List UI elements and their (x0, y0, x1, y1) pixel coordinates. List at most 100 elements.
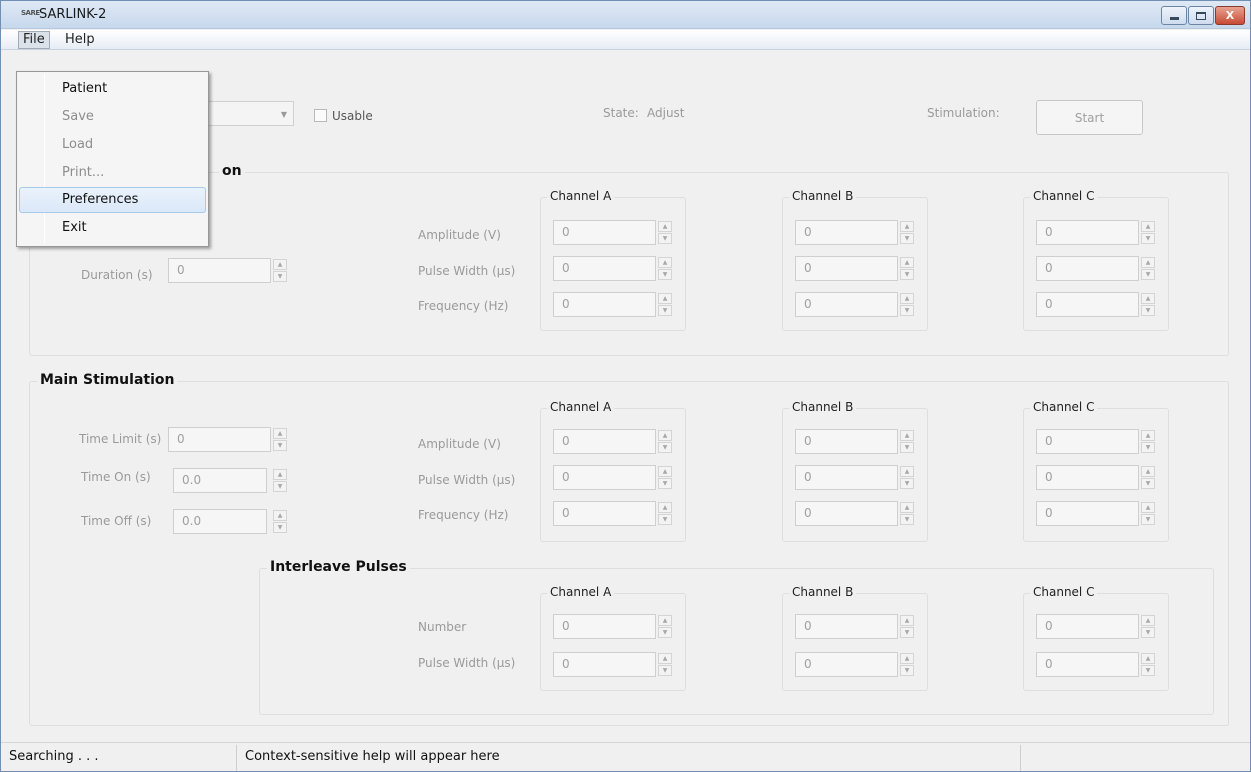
up-arrow-icon[interactable]: ▲ (900, 430, 914, 441)
menu-file[interactable]: File (18, 31, 50, 49)
value-field[interactable]: 0 (553, 465, 656, 490)
up-arrow-icon[interactable]: ▲ (658, 257, 672, 268)
up-arrow-icon[interactable]: ▲ (900, 221, 914, 232)
channel-spinbox[interactable]: 0 ▲ ▼ (1036, 614, 1157, 639)
value-field[interactable]: 0 (1036, 256, 1139, 281)
up-arrow-icon[interactable]: ▲ (273, 428, 287, 439)
value-field[interactable]: 0 (553, 220, 656, 245)
down-arrow-icon[interactable]: ▼ (273, 271, 287, 282)
menu-item-save[interactable]: Save (19, 104, 206, 130)
channel-spinbox[interactable]: 0 ▲ ▼ (553, 652, 674, 677)
up-arrow-icon[interactable]: ▲ (1141, 221, 1155, 232)
down-arrow-icon[interactable]: ▼ (658, 478, 672, 489)
menu-item-preferences[interactable]: Preferences (19, 187, 206, 213)
duration-spinbox[interactable]: 0 ▲ ▼ (168, 258, 289, 283)
down-arrow-icon[interactable]: ▼ (1141, 478, 1155, 489)
down-arrow-icon[interactable]: ▼ (658, 514, 672, 525)
down-arrow-icon[interactable]: ▼ (1141, 269, 1155, 280)
down-arrow-icon[interactable]: ▼ (658, 665, 672, 676)
channel-spinbox[interactable]: 0 ▲ ▼ (553, 465, 674, 490)
value-field[interactable]: 0 (1036, 292, 1139, 317)
down-arrow-icon[interactable]: ▼ (658, 305, 672, 316)
value-field[interactable]: 0 (795, 465, 898, 490)
channel-spinbox[interactable]: 0 ▲ ▼ (795, 292, 916, 317)
value-field[interactable]: 0 (795, 429, 898, 454)
time-limit-field[interactable]: 0 (168, 427, 271, 452)
time-on-field[interactable]: 0.0 (173, 468, 267, 493)
up-arrow-icon[interactable]: ▲ (658, 466, 672, 477)
down-arrow-icon[interactable]: ▼ (900, 442, 914, 453)
start-button[interactable]: Start (1036, 100, 1143, 135)
value-field[interactable]: 0 (795, 652, 898, 677)
value-field[interactable]: 0 (1036, 465, 1139, 490)
menu-item-patient[interactable]: Patient (19, 76, 206, 102)
channel-spinbox[interactable]: 0 ▲ ▼ (1036, 652, 1157, 677)
down-arrow-icon[interactable]: ▼ (658, 627, 672, 638)
up-arrow-icon[interactable]: ▲ (1141, 466, 1155, 477)
down-arrow-icon[interactable]: ▼ (273, 481, 287, 492)
down-arrow-icon[interactable]: ▼ (900, 478, 914, 489)
down-arrow-icon[interactable]: ▼ (1141, 233, 1155, 244)
down-arrow-icon[interactable]: ▼ (1141, 305, 1155, 316)
up-arrow-icon[interactable]: ▲ (1141, 615, 1155, 626)
value-field[interactable]: 0 (795, 292, 898, 317)
menu-item-print[interactable]: Print... (19, 160, 206, 186)
channel-spinbox[interactable]: 0 ▲ ▼ (553, 614, 674, 639)
channel-spinbox[interactable]: 0 ▲ ▼ (1036, 465, 1157, 490)
channel-spinbox[interactable]: 0 ▲ ▼ (1036, 220, 1157, 245)
close-button[interactable]: X (1215, 6, 1245, 25)
up-arrow-icon[interactable]: ▲ (658, 293, 672, 304)
menu-item-load[interactable]: Load (19, 132, 206, 158)
value-field[interactable]: 0 (795, 614, 898, 639)
channel-spinbox[interactable]: 0 ▲ ▼ (553, 220, 674, 245)
down-arrow-icon[interactable]: ▼ (1141, 627, 1155, 638)
value-field[interactable]: 0 (553, 256, 656, 281)
value-field[interactable]: 0 (795, 256, 898, 281)
channel-spinbox[interactable]: 0 ▲ ▼ (795, 220, 916, 245)
up-arrow-icon[interactable]: ▲ (1141, 293, 1155, 304)
value-field[interactable]: 0 (1036, 501, 1139, 526)
channel-spinbox[interactable]: 0 ▲ ▼ (795, 501, 916, 526)
duration-field[interactable]: 0 (168, 258, 271, 283)
up-arrow-icon[interactable]: ▲ (658, 502, 672, 513)
up-arrow-icon[interactable]: ▲ (658, 653, 672, 664)
value-field[interactable]: 0 (553, 429, 656, 454)
up-arrow-icon[interactable]: ▲ (900, 615, 914, 626)
value-field[interactable]: 0 (1036, 429, 1139, 454)
down-arrow-icon[interactable]: ▼ (900, 627, 914, 638)
menu-help[interactable]: Help (60, 31, 100, 49)
value-field[interactable]: 0 (553, 292, 656, 317)
up-arrow-icon[interactable]: ▲ (273, 469, 287, 480)
down-arrow-icon[interactable]: ▼ (273, 440, 287, 451)
down-arrow-icon[interactable]: ▼ (1141, 442, 1155, 453)
channel-spinbox[interactable]: 0 ▲ ▼ (795, 465, 916, 490)
down-arrow-icon[interactable]: ▼ (658, 269, 672, 280)
channel-spinbox[interactable]: 0 ▲ ▼ (1036, 501, 1157, 526)
down-arrow-icon[interactable]: ▼ (658, 233, 672, 244)
up-arrow-icon[interactable]: ▲ (900, 466, 914, 477)
up-arrow-icon[interactable]: ▲ (1141, 653, 1155, 664)
down-arrow-icon[interactable]: ▼ (900, 514, 914, 525)
down-arrow-icon[interactable]: ▼ (900, 665, 914, 676)
value-field[interactable]: 0 (795, 220, 898, 245)
value-field[interactable]: 0 (553, 614, 656, 639)
channel-spinbox[interactable]: 0 ▲ ▼ (795, 652, 916, 677)
up-arrow-icon[interactable]: ▲ (658, 430, 672, 441)
down-arrow-icon[interactable]: ▼ (900, 269, 914, 280)
channel-spinbox[interactable]: 0 ▲ ▼ (1036, 292, 1157, 317)
channel-spinbox[interactable]: 0 ▲ ▼ (553, 256, 674, 281)
usable-checkbox[interactable] (314, 109, 327, 122)
time-limit-spinbox[interactable]: 0 ▲ ▼ (168, 427, 289, 452)
up-arrow-icon[interactable]: ▲ (900, 293, 914, 304)
up-arrow-icon[interactable]: ▲ (658, 221, 672, 232)
value-field[interactable]: 0 (1036, 220, 1139, 245)
minimize-button[interactable] (1161, 6, 1187, 25)
down-arrow-icon[interactable]: ▼ (273, 522, 287, 533)
time-off-field[interactable]: 0.0 (173, 509, 267, 534)
channel-spinbox[interactable]: 0 ▲ ▼ (795, 256, 916, 281)
down-arrow-icon[interactable]: ▼ (1141, 665, 1155, 676)
channel-spinbox[interactable]: 0 ▲ ▼ (795, 429, 916, 454)
up-arrow-icon[interactable]: ▲ (1141, 257, 1155, 268)
channel-spinbox[interactable]: 0 ▲ ▼ (1036, 429, 1157, 454)
up-arrow-icon[interactable]: ▲ (658, 615, 672, 626)
